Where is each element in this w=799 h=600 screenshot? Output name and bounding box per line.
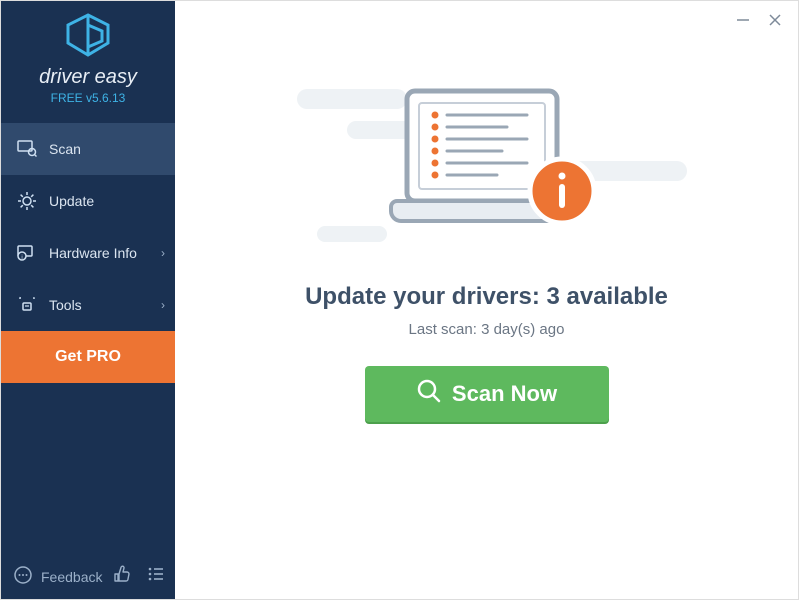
sidebar-item-scan[interactable]: Scan xyxy=(1,123,175,175)
sidebar-item-label: Update xyxy=(49,193,94,209)
laptop-illustration xyxy=(377,81,607,266)
last-scan-text: Last scan: 3 day(s) ago xyxy=(409,321,565,338)
logo-icon xyxy=(62,13,114,62)
main-content: Update your drivers: 3 available Last sc… xyxy=(175,1,798,599)
scan-now-label: Scan Now xyxy=(452,381,557,407)
get-pro-label: Get PRO xyxy=(55,348,121,366)
feedback-label: Feedback xyxy=(41,569,102,585)
chevron-right-icon: › xyxy=(161,298,165,312)
app-window: driver easy FREE v5.6.13 Scan Update i xyxy=(0,0,799,600)
tools-icon xyxy=(15,296,39,314)
search-icon xyxy=(416,378,442,410)
thumbs-up-icon[interactable] xyxy=(112,564,132,589)
feedback-button[interactable]: Feedback xyxy=(13,565,102,588)
sidebar-item-label: Scan xyxy=(49,141,81,157)
get-pro-button[interactable]: Get PRO xyxy=(1,331,175,383)
hardware-info-icon: i xyxy=(15,244,39,262)
svg-text:i: i xyxy=(21,255,22,261)
sidebar-item-label: Hardware Info xyxy=(49,245,137,261)
gear-icon xyxy=(15,191,39,211)
nav: Scan Update i Hardware Info › Tools xyxy=(1,123,175,331)
sidebar-item-hardware-info[interactable]: i Hardware Info › xyxy=(1,227,175,279)
sidebar-bottom: Feedback xyxy=(1,554,175,599)
scan-now-button[interactable]: Scan Now xyxy=(365,366,609,422)
feedback-icon xyxy=(13,565,33,588)
list-icon[interactable] xyxy=(146,564,166,589)
minimize-button[interactable] xyxy=(734,11,752,29)
sidebar-extra-icons xyxy=(112,564,166,589)
sidebar-item-label: Tools xyxy=(49,297,82,313)
logo-area: driver easy FREE v5.6.13 xyxy=(1,1,175,113)
close-button[interactable] xyxy=(766,11,784,29)
titlebar xyxy=(720,1,798,39)
brand-version: FREE v5.6.13 xyxy=(1,91,175,105)
sidebar: driver easy FREE v5.6.13 Scan Update i xyxy=(1,1,175,599)
scan-icon xyxy=(15,140,39,158)
chevron-right-icon: › xyxy=(161,246,165,260)
illustration xyxy=(327,71,647,261)
sidebar-item-tools[interactable]: Tools › xyxy=(1,279,175,331)
brand-name: driver easy xyxy=(1,66,175,89)
sidebar-item-update[interactable]: Update xyxy=(1,175,175,227)
headline: Update your drivers: 3 available xyxy=(305,283,668,311)
